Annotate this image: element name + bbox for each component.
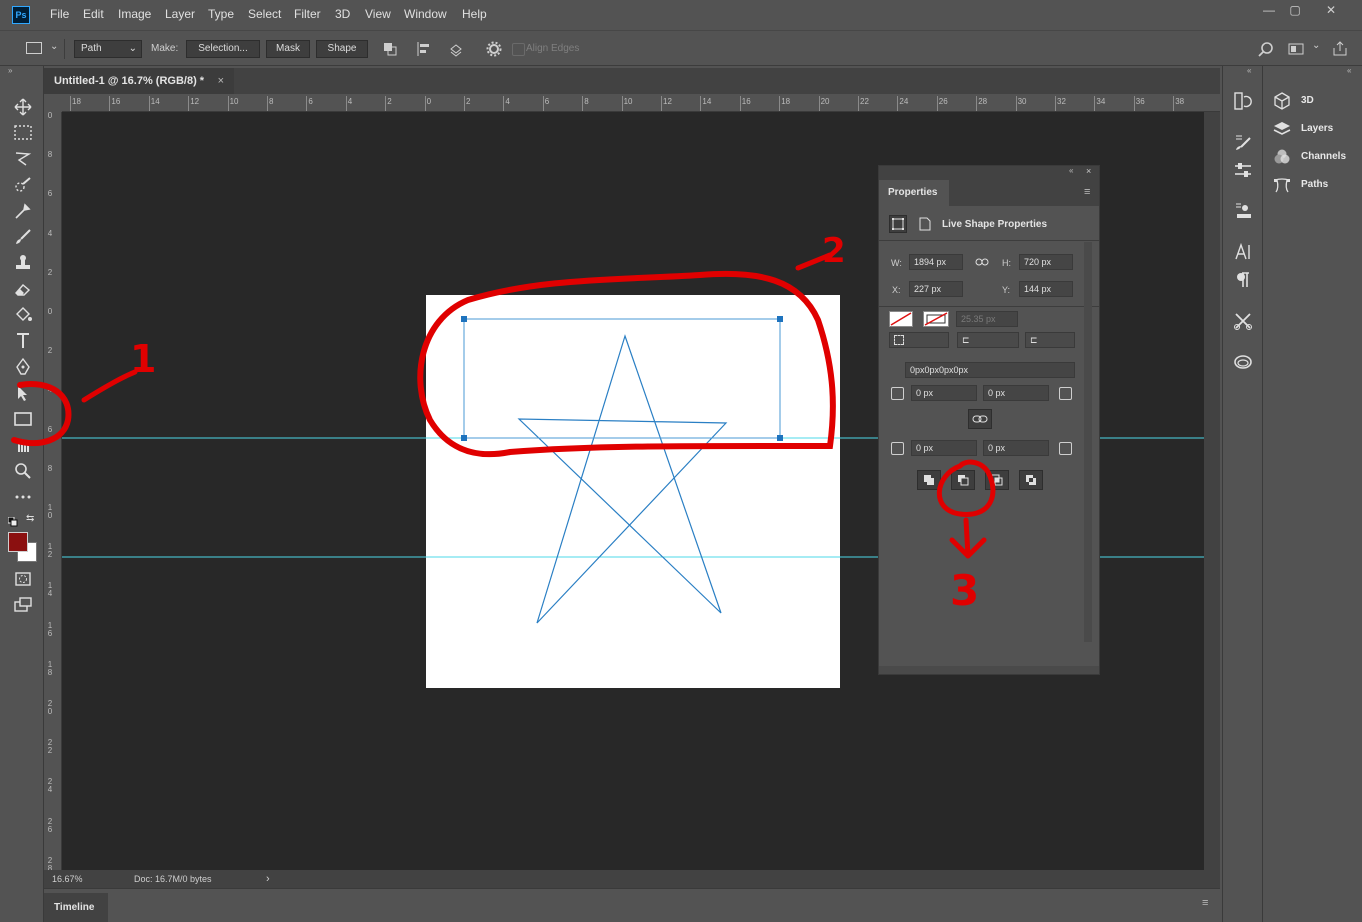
properties-panel: « × Properties ≡ Live Shape Properties W… xyxy=(878,165,1100,675)
tab-properties[interactable]: Properties xyxy=(879,180,949,206)
document-icon xyxy=(919,217,931,231)
intersect-shape-areas-icon xyxy=(991,474,1003,486)
link-corners-button[interactable] xyxy=(968,409,992,429)
corner-bl-icon xyxy=(891,442,904,455)
panel-resize-handle[interactable] xyxy=(879,666,1099,674)
combine-shapes-icon xyxy=(924,475,934,485)
exclude-overlapping-button[interactable] xyxy=(1019,470,1043,490)
stroke-swatch-none-icon[interactable] xyxy=(923,311,949,327)
section-title: Live Shape Properties xyxy=(942,219,1048,230)
paths-icon xyxy=(1274,178,1290,193)
panel-menu-icon[interactable]: ≡ xyxy=(1084,186,1090,198)
stroke-width-field[interactable]: 25.35 px xyxy=(956,311,1018,327)
stroke-caps-select[interactable]: ⊏ xyxy=(1025,332,1075,348)
transform-handle[interactable] xyxy=(777,435,783,441)
x-field[interactable]: 227 px xyxy=(909,281,963,297)
status-bar: 16.67% Doc: 16.7M/0 bytes › xyxy=(44,870,1220,888)
share-icon[interactable] xyxy=(1332,41,1348,57)
stroke-align-icon: ⊏ xyxy=(962,335,970,345)
adjustments-icon[interactable] xyxy=(1233,160,1253,180)
exclude-overlapping-icon xyxy=(1026,475,1036,485)
panel-link-label: Paths xyxy=(1301,179,1329,190)
x-label: X: xyxy=(892,285,901,295)
link-icon xyxy=(972,415,988,423)
corner-br-icon xyxy=(1059,442,1072,455)
cube-icon xyxy=(1274,92,1290,110)
height-field[interactable]: 720 px xyxy=(1019,254,1073,270)
subtract-front-shape-icon xyxy=(958,475,969,486)
workspace-icon[interactable] xyxy=(1288,41,1304,57)
live-rectangle-shape[interactable] xyxy=(463,318,781,439)
timeline-tab[interactable]: Timeline xyxy=(44,893,108,922)
stroke-type-icon xyxy=(894,335,904,345)
panel-header[interactable]: « × xyxy=(879,166,1099,180)
corner-bl-field[interactable]: 0 px xyxy=(911,440,977,456)
fill-swatch-none-icon[interactable] xyxy=(889,311,913,327)
width-field[interactable]: 1894 px xyxy=(909,254,963,270)
panel-scrollbar[interactable] xyxy=(1084,242,1092,642)
panel-icon-strip: « xyxy=(1222,66,1262,922)
panel-link-label: Channels xyxy=(1301,151,1347,162)
collapse-panels-icon[interactable]: « xyxy=(1347,66,1351,75)
collapsed-panels: « 3D Layers Channels Paths xyxy=(1262,66,1362,922)
transform-handle[interactable] xyxy=(777,316,783,322)
chevron-down-icon[interactable]: ⌄ xyxy=(1312,40,1320,51)
channels-icon xyxy=(1274,149,1290,164)
width-label: W: xyxy=(891,258,902,268)
vertical-scrollbar[interactable] xyxy=(1204,112,1220,870)
paragraph-icon[interactable] xyxy=(1233,270,1253,290)
y-field[interactable]: 144 px xyxy=(1019,281,1073,297)
corner-tr-icon xyxy=(1059,387,1072,400)
status-menu-arrow[interactable]: › xyxy=(266,870,270,888)
transform-handle[interactable] xyxy=(461,316,467,322)
history-icon[interactable] xyxy=(1233,91,1253,111)
y-label: Y: xyxy=(1002,285,1011,295)
tool-presets-icon[interactable] xyxy=(1233,311,1253,331)
stroke-caps-icon: ⊏ xyxy=(1030,335,1038,345)
character-icon[interactable] xyxy=(1233,242,1253,262)
link-icon[interactable] xyxy=(975,257,989,267)
corner-tr-field[interactable]: 0 px xyxy=(983,385,1049,401)
subtract-front-shape-button[interactable] xyxy=(951,470,975,490)
panel-link-paths[interactable]: Paths xyxy=(1273,175,1328,195)
brush-settings-icon[interactable] xyxy=(1233,132,1253,152)
timeline-panel: Timeline ≡ xyxy=(44,888,1220,922)
corner-radius-field[interactable]: 0px0px0px0px xyxy=(905,362,1075,378)
corner-br-field[interactable]: 0 px xyxy=(983,440,1049,456)
collapse-panel-icon[interactable]: « xyxy=(1069,166,1073,175)
layers-icon xyxy=(1273,122,1291,135)
stroke-align-select[interactable]: ⊏ xyxy=(957,332,1019,348)
combine-shapes-button[interactable] xyxy=(917,470,941,490)
shape-properties-icon[interactable] xyxy=(889,215,907,233)
star-shape-path[interactable] xyxy=(517,334,728,624)
maximize-button[interactable]: ▢ xyxy=(1278,0,1312,20)
corner-tl-field[interactable]: 0 px xyxy=(911,385,977,401)
stroke-width-value: 25.35 px xyxy=(961,314,996,324)
panel-link-channels[interactable]: Channels xyxy=(1273,147,1346,167)
panel-link-label: Layers xyxy=(1301,123,1334,134)
close-panel-icon[interactable]: × xyxy=(1086,166,1091,176)
collapse-panels-icon[interactable]: « xyxy=(1247,66,1251,75)
panel-link-label: 3D xyxy=(1301,95,1314,106)
search-icon[interactable] xyxy=(1258,41,1274,57)
close-window-button[interactable]: ✕ xyxy=(1314,0,1348,20)
transform-handle[interactable] xyxy=(461,435,467,441)
intersect-shape-areas-button[interactable] xyxy=(985,470,1009,490)
panel-link-3d[interactable]: 3D xyxy=(1273,91,1314,111)
zoom-level[interactable]: 16.67% xyxy=(52,870,83,888)
stroke-type-select[interactable] xyxy=(889,332,949,348)
libraries-icon[interactable] xyxy=(1233,352,1253,372)
height-label: H: xyxy=(1002,258,1011,268)
clone-source-icon[interactable] xyxy=(1233,201,1253,221)
panel-menu-icon[interactable]: ≡ xyxy=(1202,897,1208,909)
document-info: Doc: 16.7M/0 bytes xyxy=(134,874,212,884)
panel-link-layers[interactable]: Layers xyxy=(1273,119,1333,139)
corner-tl-icon xyxy=(891,387,904,400)
